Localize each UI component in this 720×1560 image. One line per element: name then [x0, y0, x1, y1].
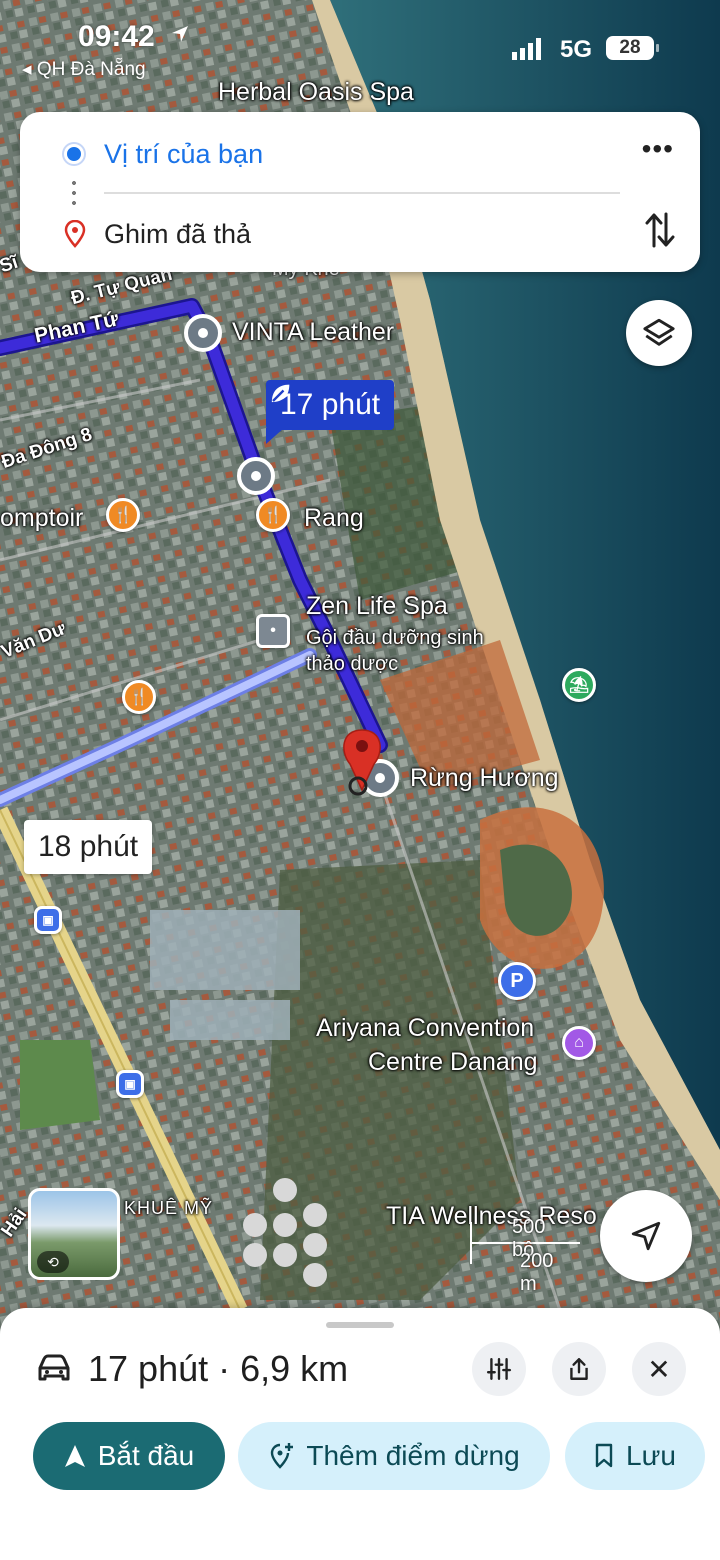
network-type: 5G — [560, 36, 593, 63]
place-sublabel: Gội đầu dưỡng sinh — [306, 627, 484, 649]
directions-card: Vị trí của bạn ••• Ghim đã thả — [20, 112, 700, 272]
parking-label: P — [510, 969, 524, 992]
navigation-arrow-icon — [631, 1221, 661, 1251]
map-layers-button[interactable] — [626, 300, 692, 366]
route-options-button[interactable] — [472, 1342, 526, 1396]
district-label: KHUÊ MỸ — [124, 1198, 214, 1218]
place-label[interactable]: Herbal Oasis Spa — [218, 78, 414, 107]
location-arrow-icon — [172, 26, 188, 42]
origin-row[interactable]: Vị trí của bạn — [20, 122, 700, 186]
save-label: Lưu — [626, 1440, 676, 1471]
bookmark-icon — [595, 1443, 613, 1468]
restaurant-icon[interactable]: 🍴 — [106, 498, 140, 532]
origin-field[interactable]: Vị trí của bạn — [104, 139, 263, 170]
share-button[interactable] — [552, 1342, 606, 1396]
close-icon: ✕ — [647, 1353, 671, 1385]
route-time-bubble-primary[interactable]: 17 phút — [266, 380, 395, 444]
start-navigation-button[interactable]: Bắt đầu — [33, 1422, 225, 1490]
route-time: 17 phút — [280, 388, 381, 421]
destination-pin-icon — [64, 220, 86, 248]
place-sublabel: thảo dược — [306, 653, 399, 675]
add-location-icon — [271, 1443, 294, 1469]
share-icon — [570, 1358, 588, 1380]
place-label[interactable]: Centre Danang — [368, 1048, 538, 1077]
bus-stop-icon[interactable]: ▣ — [34, 906, 62, 934]
destination-field[interactable]: Ghim đã thả — [104, 219, 251, 250]
back-to-app-link[interactable]: ◂ QH Đà Nẵng — [22, 58, 146, 81]
start-label: Bắt đầu — [97, 1440, 195, 1471]
battery-icon: 28 — [606, 36, 659, 60]
close-button[interactable]: ✕ — [632, 1342, 686, 1396]
save-button[interactable]: Lưu — [565, 1422, 705, 1490]
tune-icon — [486, 1358, 512, 1380]
rotate-360-icon: ⟲ — [37, 1251, 69, 1273]
beach-umbrella-icon[interactable]: ⛱ — [562, 668, 596, 702]
more-options-button[interactable]: ••• — [642, 134, 674, 164]
route-summary: 17 phút · 6,9 km — [88, 1348, 349, 1389]
place-label[interactable]: omptoir — [0, 504, 83, 533]
place-label[interactable]: Rừng Hương — [410, 764, 559, 793]
bus-stop-icon[interactable]: ▣ — [116, 1070, 144, 1098]
destination-row[interactable]: Ghim đã thả — [20, 202, 700, 266]
battery-level: 28 — [619, 37, 641, 58]
place-label[interactable]: Ariyana Convention — [316, 1014, 534, 1043]
car-icon — [38, 1354, 70, 1381]
add-stop-label: Thêm điểm dừng — [306, 1440, 520, 1471]
layers-icon — [643, 318, 675, 346]
swap-vertical-icon[interactable] — [644, 210, 676, 250]
route-time-bubble-alternate[interactable]: 18 phút — [24, 820, 153, 874]
scale-meters: 200 m — [520, 1250, 554, 1295]
navigation-icon — [64, 1445, 85, 1467]
place-label[interactable]: Zen Life Spa — [306, 592, 448, 621]
parking-icon[interactable]: P — [498, 962, 536, 1000]
restaurant-icon[interactable]: 🍴 — [256, 498, 290, 532]
route-time: 18 phút — [38, 830, 139, 863]
spa-icon[interactable]: • — [256, 614, 290, 648]
my-location-button[interactable] — [600, 1190, 692, 1282]
street-view-thumbnail[interactable]: ⟲ — [28, 1188, 120, 1280]
divider — [104, 192, 620, 194]
convention-center-icon[interactable]: ⌂ — [562, 1026, 596, 1060]
restaurant-icon[interactable]: 🍴 — [122, 680, 156, 714]
signal-icon — [512, 38, 541, 60]
route-bottom-sheet[interactable]: 17 phút · 6,9 km ✕ Bắt đầu Thêm điểm dừn… — [0, 1308, 720, 1560]
drag-handle[interactable] — [326, 1322, 394, 1328]
add-stop-button[interactable]: Thêm điểm dừng — [238, 1422, 550, 1490]
place-label[interactable]: VINTA Leather — [232, 318, 394, 347]
place-label[interactable]: Rang — [304, 504, 364, 533]
your-location-dot-icon — [64, 144, 84, 164]
status-time: 09:42 — [78, 20, 155, 53]
eco-leaf-icon — [271, 384, 290, 403]
